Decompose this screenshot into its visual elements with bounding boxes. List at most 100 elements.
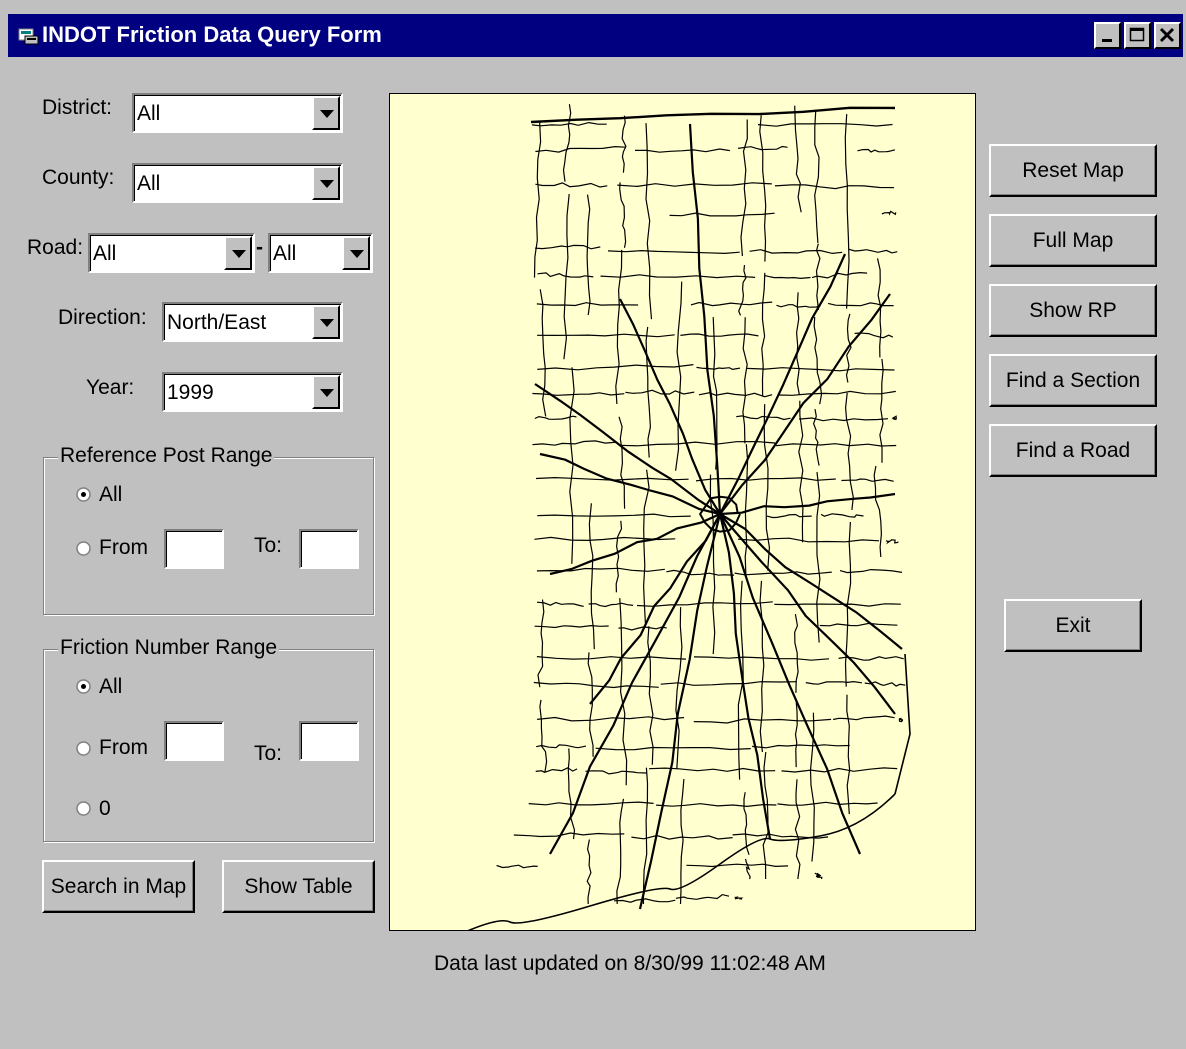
chevron-down-icon (320, 110, 334, 118)
radio-rp-all[interactable] (76, 487, 91, 502)
road-map[interactable] (389, 93, 976, 933)
county-select[interactable]: All (132, 163, 343, 203)
state-border (894, 653, 911, 795)
road-segment (749, 249, 843, 255)
show-table-label: Show Table (244, 875, 353, 898)
road-segment (844, 114, 850, 309)
fn-all-label: All (99, 675, 123, 698)
road-segment (539, 699, 548, 773)
rp-to-label: To: (254, 534, 283, 557)
road-dropdown-button[interactable] (224, 236, 252, 270)
app-icon (18, 28, 39, 45)
year-select[interactable]: 1999 (162, 372, 343, 412)
toll-road (530, 106, 896, 124)
radio-fn-from[interactable] (76, 741, 91, 756)
road-segment (794, 700, 798, 768)
find-road-label: Find a Road (1015, 439, 1131, 462)
road-range-dash: - (256, 236, 263, 259)
direction-dropdown-button[interactable] (312, 305, 340, 339)
road-segment (680, 333, 759, 337)
road-segment (585, 770, 647, 775)
road-segment (777, 801, 878, 806)
district-select[interactable]: All (132, 93, 343, 133)
interstate-segment (589, 513, 721, 705)
road-segment (696, 366, 741, 371)
road-segment (645, 326, 652, 458)
show-table-button[interactable]: Show Table (222, 860, 375, 913)
rp-from-input[interactable] (164, 529, 224, 569)
road-segment (539, 289, 547, 417)
road-segment (588, 602, 634, 608)
road-segment (774, 184, 894, 190)
road-segment (614, 898, 676, 903)
year-label: Year: (86, 376, 135, 399)
road-segment (649, 767, 776, 772)
close-button[interactable] (1154, 22, 1181, 49)
road-segment (635, 148, 730, 153)
road-segment (536, 567, 665, 572)
year-dropdown-button[interactable] (312, 375, 340, 409)
road-end-value: All (273, 242, 297, 265)
chevron-down-icon (320, 389, 334, 397)
fn-to-input[interactable] (299, 721, 359, 761)
road-segment (734, 571, 832, 576)
chevron-down-icon (320, 319, 334, 327)
maximize-button[interactable] (1124, 22, 1151, 49)
fn-from-input[interactable] (164, 721, 224, 761)
road-end-dropdown-button[interactable] (342, 236, 370, 270)
road-segment (618, 416, 626, 509)
road-segment (798, 400, 804, 543)
road-segment (535, 145, 626, 153)
radio-fn-all[interactable] (76, 679, 91, 694)
road-segment (805, 680, 862, 685)
road-segment (586, 839, 592, 905)
road-segment (846, 694, 851, 815)
road-segment (742, 317, 748, 444)
road-segment (536, 744, 587, 749)
road-segment (795, 292, 800, 396)
road-segment (535, 182, 608, 188)
county-dropdown-button[interactable] (312, 166, 340, 200)
minimize-button[interactable] (1094, 22, 1121, 49)
road-segment (811, 271, 868, 279)
road-segment (841, 478, 894, 482)
road-segment (621, 115, 627, 173)
full-map-button[interactable]: Full Map (989, 214, 1157, 267)
fn-from-label: From (99, 736, 148, 759)
road-segment (533, 681, 659, 689)
road-segment (669, 212, 775, 217)
road-segment (693, 718, 832, 724)
road-segment (513, 832, 625, 838)
road-segment (839, 568, 903, 574)
search-in-map-button[interactable]: Search in Map (42, 860, 195, 913)
show-rp-button[interactable]: Show RP (989, 284, 1157, 337)
road-segment (763, 404, 771, 571)
district-dropdown-button[interactable] (312, 96, 340, 130)
road-segment (656, 803, 777, 808)
main-window: INDOT Friction Data Query Form District:… (0, 0, 1186, 1049)
exit-button[interactable]: Exit (1004, 599, 1142, 652)
road-segment (600, 274, 756, 279)
find-section-button[interactable]: Find a Section (989, 354, 1157, 407)
title-bar[interactable]: INDOT Friction Data Query Form (8, 14, 1183, 57)
road-segment (799, 417, 889, 422)
road-segment (819, 622, 898, 627)
reset-map-button[interactable]: Reset Map (989, 144, 1157, 197)
radio-rp-from[interactable] (76, 541, 91, 556)
road-label: Road: (27, 236, 84, 259)
direction-select[interactable]: North/East (162, 302, 343, 342)
road-select[interactable]: All (88, 233, 255, 273)
road-segment (759, 580, 765, 753)
road-end-select[interactable]: All (268, 233, 373, 273)
rp-to-input[interactable] (299, 529, 359, 569)
rp-all-label: All (99, 483, 123, 506)
road-segment (759, 115, 767, 262)
road-segment (740, 119, 748, 257)
indiana-road-network-map[interactable] (390, 94, 975, 933)
road-segment (794, 613, 799, 693)
road-segment (537, 513, 691, 518)
find-road-button[interactable]: Find a Road (989, 424, 1157, 477)
road-segment (774, 603, 901, 607)
road-segment (881, 210, 897, 216)
radio-fn-zero[interactable] (76, 801, 91, 816)
